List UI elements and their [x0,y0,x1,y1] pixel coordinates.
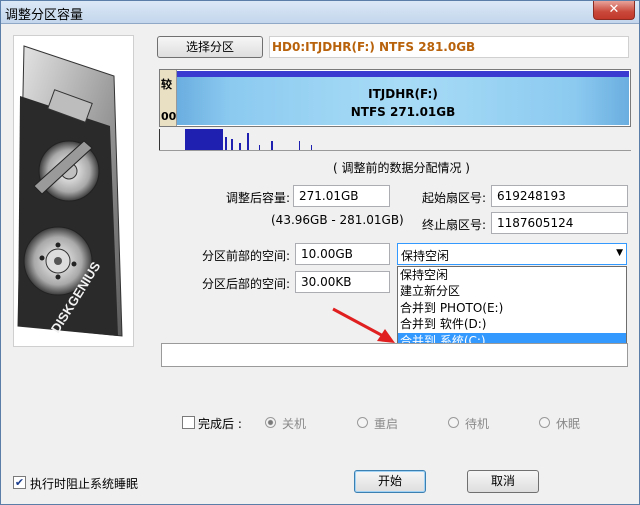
partition-info-field: HD0:ITJDHR(F:) NTFS 281.0GB [269,36,629,58]
dropdown-option-keep-free[interactable]: 保持空闲 [398,267,626,283]
after-completion-label: 完成后 : [198,417,242,431]
select-partition-button[interactable]: 选择分区 [157,36,263,58]
radio-standby[interactable] [448,417,459,428]
space-action-dropdown[interactable]: 保持空闲 ▼ [397,243,627,265]
space-before-input[interactable] [295,243,390,265]
radio-restart[interactable] [357,417,368,428]
start-sector-input[interactable] [491,185,628,207]
data-usage-strip [159,129,631,151]
partition-fs-label: NTFS 271.01GB [350,105,456,119]
dropdown-option-merge-photo[interactable]: 合并到 PHOTO(E:) [398,300,626,316]
start-sector-label: 起始扇区号: [422,191,487,205]
hard-drive-logo-icon: DISKGENIUS [17,45,123,337]
window-title: 调整分区容量 [5,8,84,23]
chevron-down-icon[interactable]: ▼ [616,248,623,258]
radio-hibernate[interactable] [539,417,550,428]
size-after-input[interactable] [293,185,390,207]
size-after-label: 调整后容量: [226,191,291,205]
cancel-button[interactable]: 取消 [467,470,539,493]
size-range-text: (43.96GB - 281.01GB) [271,213,404,227]
dropdown-option-merge-software[interactable]: 合并到 软件(D:) [398,316,626,332]
red-arrow-icon [332,307,395,343]
segment-top-label: 较 [161,78,172,91]
prevent-sleep-label: 执行时阻止系统睡眠 [30,477,139,491]
prevent-sleep-checkbox[interactable]: ✔ [13,476,26,489]
radio-shutdown[interactable] [265,417,276,428]
progress-box [161,343,628,367]
end-sector-input[interactable] [491,212,628,234]
radio-hibernate-label: 休眠 [556,417,581,431]
partition-name-label: ITJDHR(F:) [368,87,438,101]
segment-bottom-label: 00 [161,110,177,123]
adjacent-partition-segment: 较 00 [160,70,177,126]
after-completion-checkbox[interactable] [182,416,195,429]
dropdown-selected-value: 保持空闲 [401,249,450,263]
target-partition-segment[interactable]: ITJDHR(F:) NTFS 271.01GB [177,71,629,125]
close-button[interactable]: ✕ [593,1,635,20]
dropdown-option-new-partition[interactable]: 建立新分区 [398,283,626,299]
radio-standby-label: 待机 [465,417,490,431]
title-bar[interactable]: 调整分区容量 ✕ [1,1,639,24]
diskgenius-logo-panel: DISKGENIUS [13,35,134,347]
space-after-input[interactable] [295,271,390,293]
space-before-label: 分区前部的空间: [202,249,291,263]
end-sector-label: 终止扇区号: [422,218,487,232]
radio-shutdown-label: 关机 [282,417,307,431]
resize-partition-dialog: 调整分区容量 ✕ DISKGENIUS 选择分区 HD0:ITJDHR(F:) … [0,0,640,505]
space-after-label: 分区后部的空间: [202,277,291,291]
start-button[interactable]: 开始 [354,470,426,493]
radio-restart-label: 重启 [374,417,399,431]
section-caption: ( 调整前的数据分配情况 ) [333,161,470,175]
space-action-options-list: 保持空闲 建立新分区 合并到 PHOTO(E:) 合并到 软件(D:) 合并到 … [397,266,627,350]
partition-layout-bar: 较 00 ITJDHR(F:) NTFS 271.01GB [159,69,631,127]
